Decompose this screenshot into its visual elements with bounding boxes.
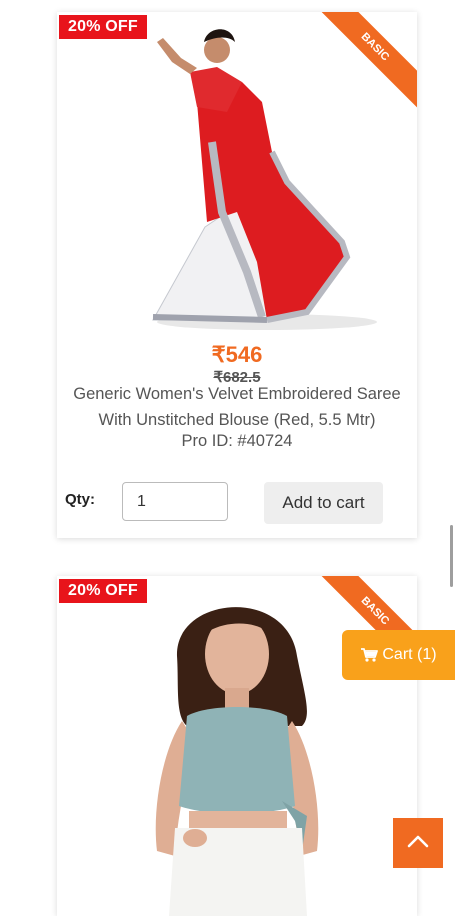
ribbon-corner: BASIC xyxy=(307,12,417,122)
product-card[interactable]: 20% OFF BASIC ₹546 ₹682.5 Generic Women'… xyxy=(57,12,417,538)
qty-label: Qty: xyxy=(65,491,95,508)
basic-ribbon: BASIC xyxy=(309,12,417,113)
scrollbar[interactable] xyxy=(450,525,453,587)
cart-icon xyxy=(360,647,379,663)
add-to-cart-button[interactable]: Add to cart xyxy=(264,482,383,524)
product-card[interactable]: 20% OFF BASIC xyxy=(57,576,417,916)
product-title[interactable]: Generic Women's Velvet Embroidered Saree… xyxy=(61,381,413,433)
product-price: ₹546 xyxy=(211,342,263,367)
floating-cart-button[interactable]: Cart (1) xyxy=(342,630,455,680)
product-id: Pro ID: #40724 xyxy=(181,432,293,450)
chevron-up-icon xyxy=(407,834,429,853)
discount-badge: 20% OFF xyxy=(59,15,147,39)
qty-input[interactable] xyxy=(122,482,228,521)
cart-label: Cart (1) xyxy=(382,646,437,663)
discount-badge: 20% OFF xyxy=(59,579,147,603)
scroll-to-top-button[interactable] xyxy=(393,818,443,868)
